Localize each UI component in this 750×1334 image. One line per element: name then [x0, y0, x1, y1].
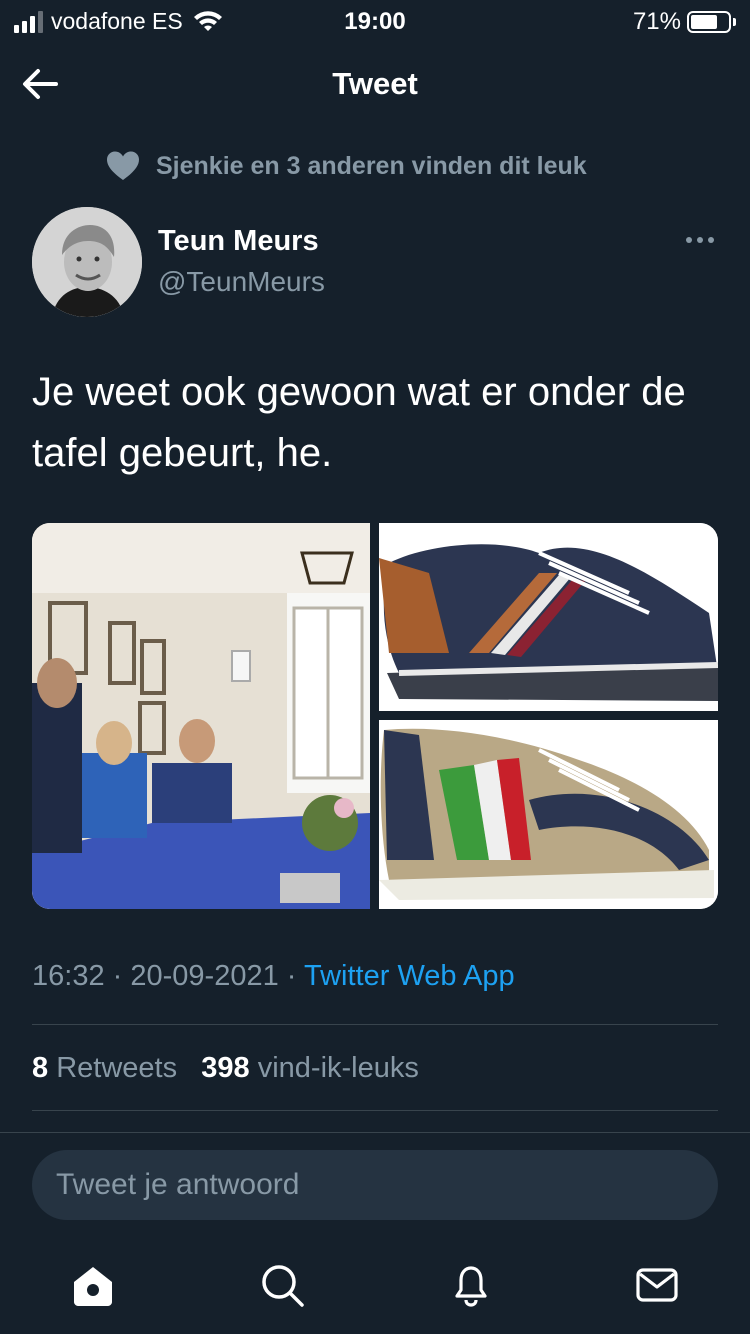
heart-icon: [107, 151, 139, 180]
nav-header: Tweet: [0, 44, 750, 124]
meta-separator: ·: [112, 960, 123, 992]
battery-percentage: 71%: [632, 8, 681, 35]
tweet-source-link[interactable]: Twitter Web App: [304, 960, 515, 992]
author-handle[interactable]: @TeunMeurs: [158, 266, 325, 298]
reply-input[interactable]: Tweet je antwoord: [32, 1150, 718, 1220]
author-name[interactable]: Teun Meurs: [158, 225, 319, 258]
search-icon[interactable]: [259, 1262, 305, 1308]
retweets-stat[interactable]: 8 Retweets: [32, 1052, 177, 1084]
messages-icon[interactable]: [634, 1262, 680, 1308]
tweet-detail-screen: vodafone ES 19:00 71% Tweet Sjenkie en 3…: [0, 0, 750, 1334]
likes-stat[interactable]: 398 vind-ik-leuks: [201, 1052, 419, 1084]
likes-label: vind-ik-leuks: [257, 1052, 419, 1084]
retweets-count: 8: [32, 1052, 49, 1084]
avatar[interactable]: [32, 207, 142, 317]
reply-placeholder: Tweet je antwoord: [56, 1168, 300, 1201]
battery-tip: [733, 18, 736, 26]
battery-fill: [691, 15, 717, 29]
tweet-media-grid: [32, 523, 718, 909]
battery-icon: [687, 11, 731, 33]
tweet-stats: 8 Retweets 398 vind-ik-leuks: [32, 1052, 419, 1085]
photo-italian-sneaker[interactable]: [379, 720, 718, 909]
status-bar: vodafone ES 19:00 71%: [0, 0, 750, 44]
tweet-time: 16:32: [32, 960, 105, 992]
tweet-meta: 16:32 · 20-09-2021 · Twitter Web App: [32, 960, 515, 993]
divider: [32, 1024, 718, 1025]
social-context-text: Sjenkie en 3 anderen vinden dit leuk: [156, 151, 587, 180]
notifications-icon[interactable]: [448, 1262, 494, 1308]
divider: [32, 1110, 718, 1111]
social-context[interactable]: Sjenkie en 3 anderen vinden dit leuk: [106, 150, 587, 182]
retweets-label: Retweets: [56, 1052, 178, 1084]
meta-separator: ·: [286, 960, 297, 992]
page-title: Tweet: [332, 66, 418, 101]
divider: [0, 1132, 750, 1133]
more-options-icon[interactable]: [684, 230, 716, 250]
home-icon[interactable]: [70, 1262, 116, 1308]
photo-navy-sneaker[interactable]: [379, 523, 718, 711]
status-right: 71%: [633, 8, 736, 36]
tweet-date: 20-09-2021: [130, 960, 279, 992]
tweet-text: Je weet ook gewoon wat er onder de tafel…: [32, 370, 686, 475]
likes-count: 398: [201, 1052, 250, 1084]
photo-meeting-room[interactable]: [32, 523, 370, 909]
